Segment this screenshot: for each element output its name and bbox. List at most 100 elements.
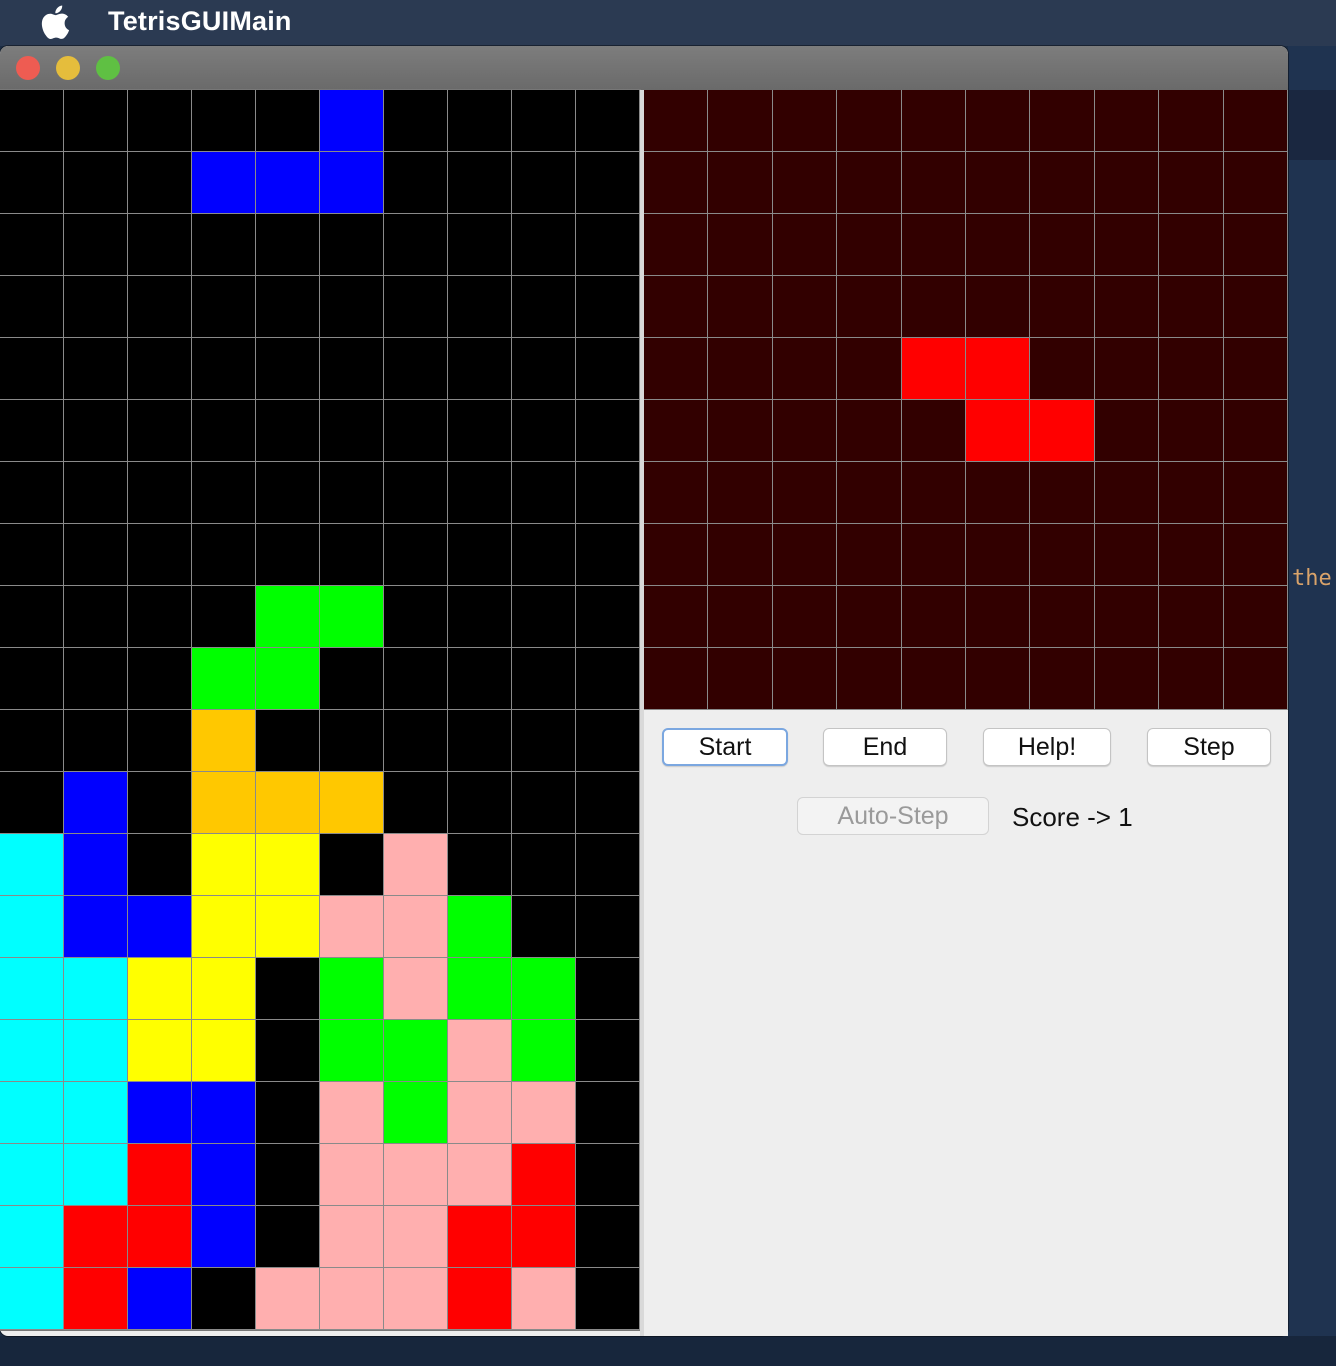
preview-cell-empty (1159, 524, 1224, 586)
preview-cell-empty (772, 276, 838, 338)
board-cell-block (192, 648, 256, 710)
control-panel: Start End Help! Step Auto-Step Score -> … (644, 710, 1288, 1336)
board-cell-empty (0, 338, 64, 400)
board-cell-empty (448, 524, 512, 586)
board-cell-empty (384, 524, 448, 586)
preview-cell-empty (965, 648, 1031, 710)
board-cell-block (320, 772, 384, 834)
board-cell-block (0, 834, 64, 896)
board-cell-empty (128, 400, 192, 462)
board-cell-empty (384, 276, 448, 338)
preview-cell-empty (837, 524, 902, 586)
next-piece-preview (644, 90, 1288, 710)
board-cell-empty (448, 214, 512, 276)
preview-cell-empty (772, 338, 838, 400)
board-cell-block (64, 1082, 128, 1144)
preview-cell-empty (837, 152, 902, 214)
close-window-button[interactable] (16, 56, 40, 80)
board-cell-block (192, 834, 256, 896)
desktop-editor-strip (1288, 90, 1336, 160)
preview-cell-empty (965, 214, 1031, 276)
preview-cell-empty (708, 586, 773, 648)
preview-cell-empty (1159, 276, 1224, 338)
end-button[interactable]: End (823, 728, 947, 766)
preview-cell-empty (1159, 338, 1224, 400)
board-cell-empty (64, 214, 128, 276)
board-cell-empty (256, 1206, 320, 1268)
board-cell-empty (512, 90, 576, 152)
board-cell-block (384, 1206, 448, 1268)
board-cell-empty (128, 772, 192, 834)
maximize-window-button[interactable] (96, 56, 120, 80)
auto-step-button[interactable]: Auto-Step (797, 797, 989, 835)
preview-cell-empty (772, 524, 838, 586)
board-cell-empty (512, 772, 576, 834)
board-cell-empty (512, 462, 576, 524)
board-cell-empty (512, 648, 576, 710)
board-cell-block (320, 1206, 384, 1268)
board-cell-block (448, 1082, 512, 1144)
board-cell-empty (576, 896, 640, 958)
board-cell-block (0, 1144, 64, 1206)
preview-cell-empty (1030, 586, 1095, 648)
preview-cell-empty (1223, 214, 1288, 276)
preview-cell-empty (1094, 524, 1160, 586)
preview-cell-empty (644, 276, 709, 338)
desktop-background (1288, 46, 1336, 1366)
board-cell-block (64, 1144, 128, 1206)
board-cell-block (256, 772, 320, 834)
preview-cell-empty (644, 400, 709, 462)
apple-logo-icon[interactable] (40, 4, 70, 40)
preview-cell-empty (644, 338, 709, 400)
preview-cell-empty (1159, 214, 1224, 276)
board-cell-empty (384, 772, 448, 834)
board-cell-empty (256, 276, 320, 338)
board-cell-block (192, 772, 256, 834)
board-cell-block (512, 958, 576, 1020)
preview-cell-empty (1159, 462, 1224, 524)
preview-cell-empty (708, 338, 773, 400)
board-cell-empty (320, 462, 384, 524)
preview-cell-empty (837, 586, 902, 648)
board-cell-empty (256, 400, 320, 462)
board-cell-empty (192, 400, 256, 462)
board-cell-empty (448, 338, 512, 400)
preview-cell-empty (901, 648, 966, 710)
board-cell-empty (64, 90, 128, 152)
board-cell-empty (576, 710, 640, 772)
board-cell-empty (256, 524, 320, 586)
board-cell-empty (192, 276, 256, 338)
start-button[interactable]: Start (662, 728, 788, 766)
board-cell-block (64, 958, 128, 1020)
preview-cell-empty (1094, 462, 1160, 524)
menu-bar: TetrisGUIMain (0, 0, 1336, 46)
preview-cell-empty (1094, 276, 1160, 338)
preview-cell-empty (1159, 90, 1224, 152)
board-cell-block (128, 1144, 192, 1206)
board-cell-empty (320, 834, 384, 896)
preview-cell-empty (837, 338, 902, 400)
board-cell-empty (576, 958, 640, 1020)
window-titlebar[interactable] (0, 46, 1288, 90)
board-cell-empty (576, 400, 640, 462)
board-cell-block (192, 896, 256, 958)
board-cell-empty (576, 338, 640, 400)
help-button[interactable]: Help! (983, 728, 1111, 766)
board-cell-block (0, 1206, 64, 1268)
step-button[interactable]: Step (1147, 728, 1271, 766)
background-editor-text: the (1292, 566, 1332, 591)
board-cell-block (64, 896, 128, 958)
board-cell-empty (128, 462, 192, 524)
board-cell-empty (64, 276, 128, 338)
app-name[interactable]: TetrisGUIMain (108, 6, 292, 37)
board-cell-empty (128, 214, 192, 276)
preview-cell-empty (901, 90, 966, 152)
preview-cell-empty (1159, 152, 1224, 214)
board-cell-block (384, 896, 448, 958)
minimize-window-button[interactable] (56, 56, 80, 80)
preview-cell-empty (1030, 524, 1095, 586)
board-cell-empty (448, 152, 512, 214)
board-cell-block (256, 1268, 320, 1330)
board-cell-empty (448, 710, 512, 772)
game-board (0, 89, 641, 1331)
